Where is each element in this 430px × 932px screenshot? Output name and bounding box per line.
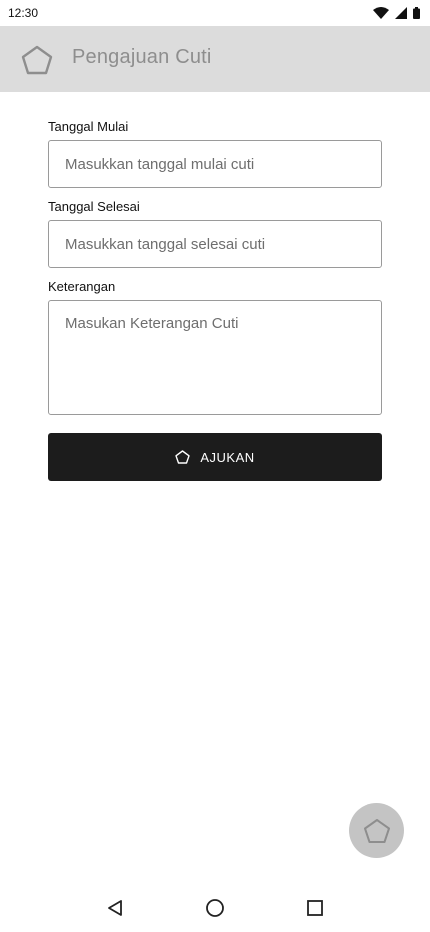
- signal-icon: [395, 7, 407, 19]
- nav-recents-button[interactable]: [303, 896, 327, 920]
- home-circle-icon: [206, 899, 224, 917]
- notes-textarea[interactable]: [48, 300, 382, 415]
- floating-action-button[interactable]: [349, 803, 404, 858]
- status-icons: [373, 7, 420, 19]
- pentagon-icon: [21, 45, 53, 75]
- back-triangle-icon: [108, 900, 122, 916]
- status-time: 12:30: [8, 6, 39, 20]
- status-bar: 12:30: [0, 0, 430, 26]
- navigation-bar: [0, 884, 430, 932]
- start-date-input[interactable]: [48, 140, 382, 188]
- end-date-input[interactable]: [48, 220, 382, 268]
- page-title: Pengajuan Cuti: [72, 46, 212, 68]
- end-date-label: Tanggal Selesai: [48, 199, 140, 214]
- battery-icon: [413, 7, 420, 19]
- pentagon-icon: [363, 818, 390, 843]
- notes-label: Keterangan: [48, 279, 116, 294]
- recents-square-icon: [307, 900, 323, 916]
- wifi-icon: [373, 7, 389, 19]
- submit-button[interactable]: AJUKAN: [48, 433, 382, 481]
- nav-back-button[interactable]: [103, 896, 127, 920]
- app-bar: Pengajuan Cuti: [0, 26, 430, 92]
- submit-button-label: AJUKAN: [200, 449, 255, 465]
- pentagon-icon: [175, 450, 191, 464]
- start-date-label: Tanggal Mulai: [48, 119, 129, 134]
- nav-home-button[interactable]: [203, 896, 227, 920]
